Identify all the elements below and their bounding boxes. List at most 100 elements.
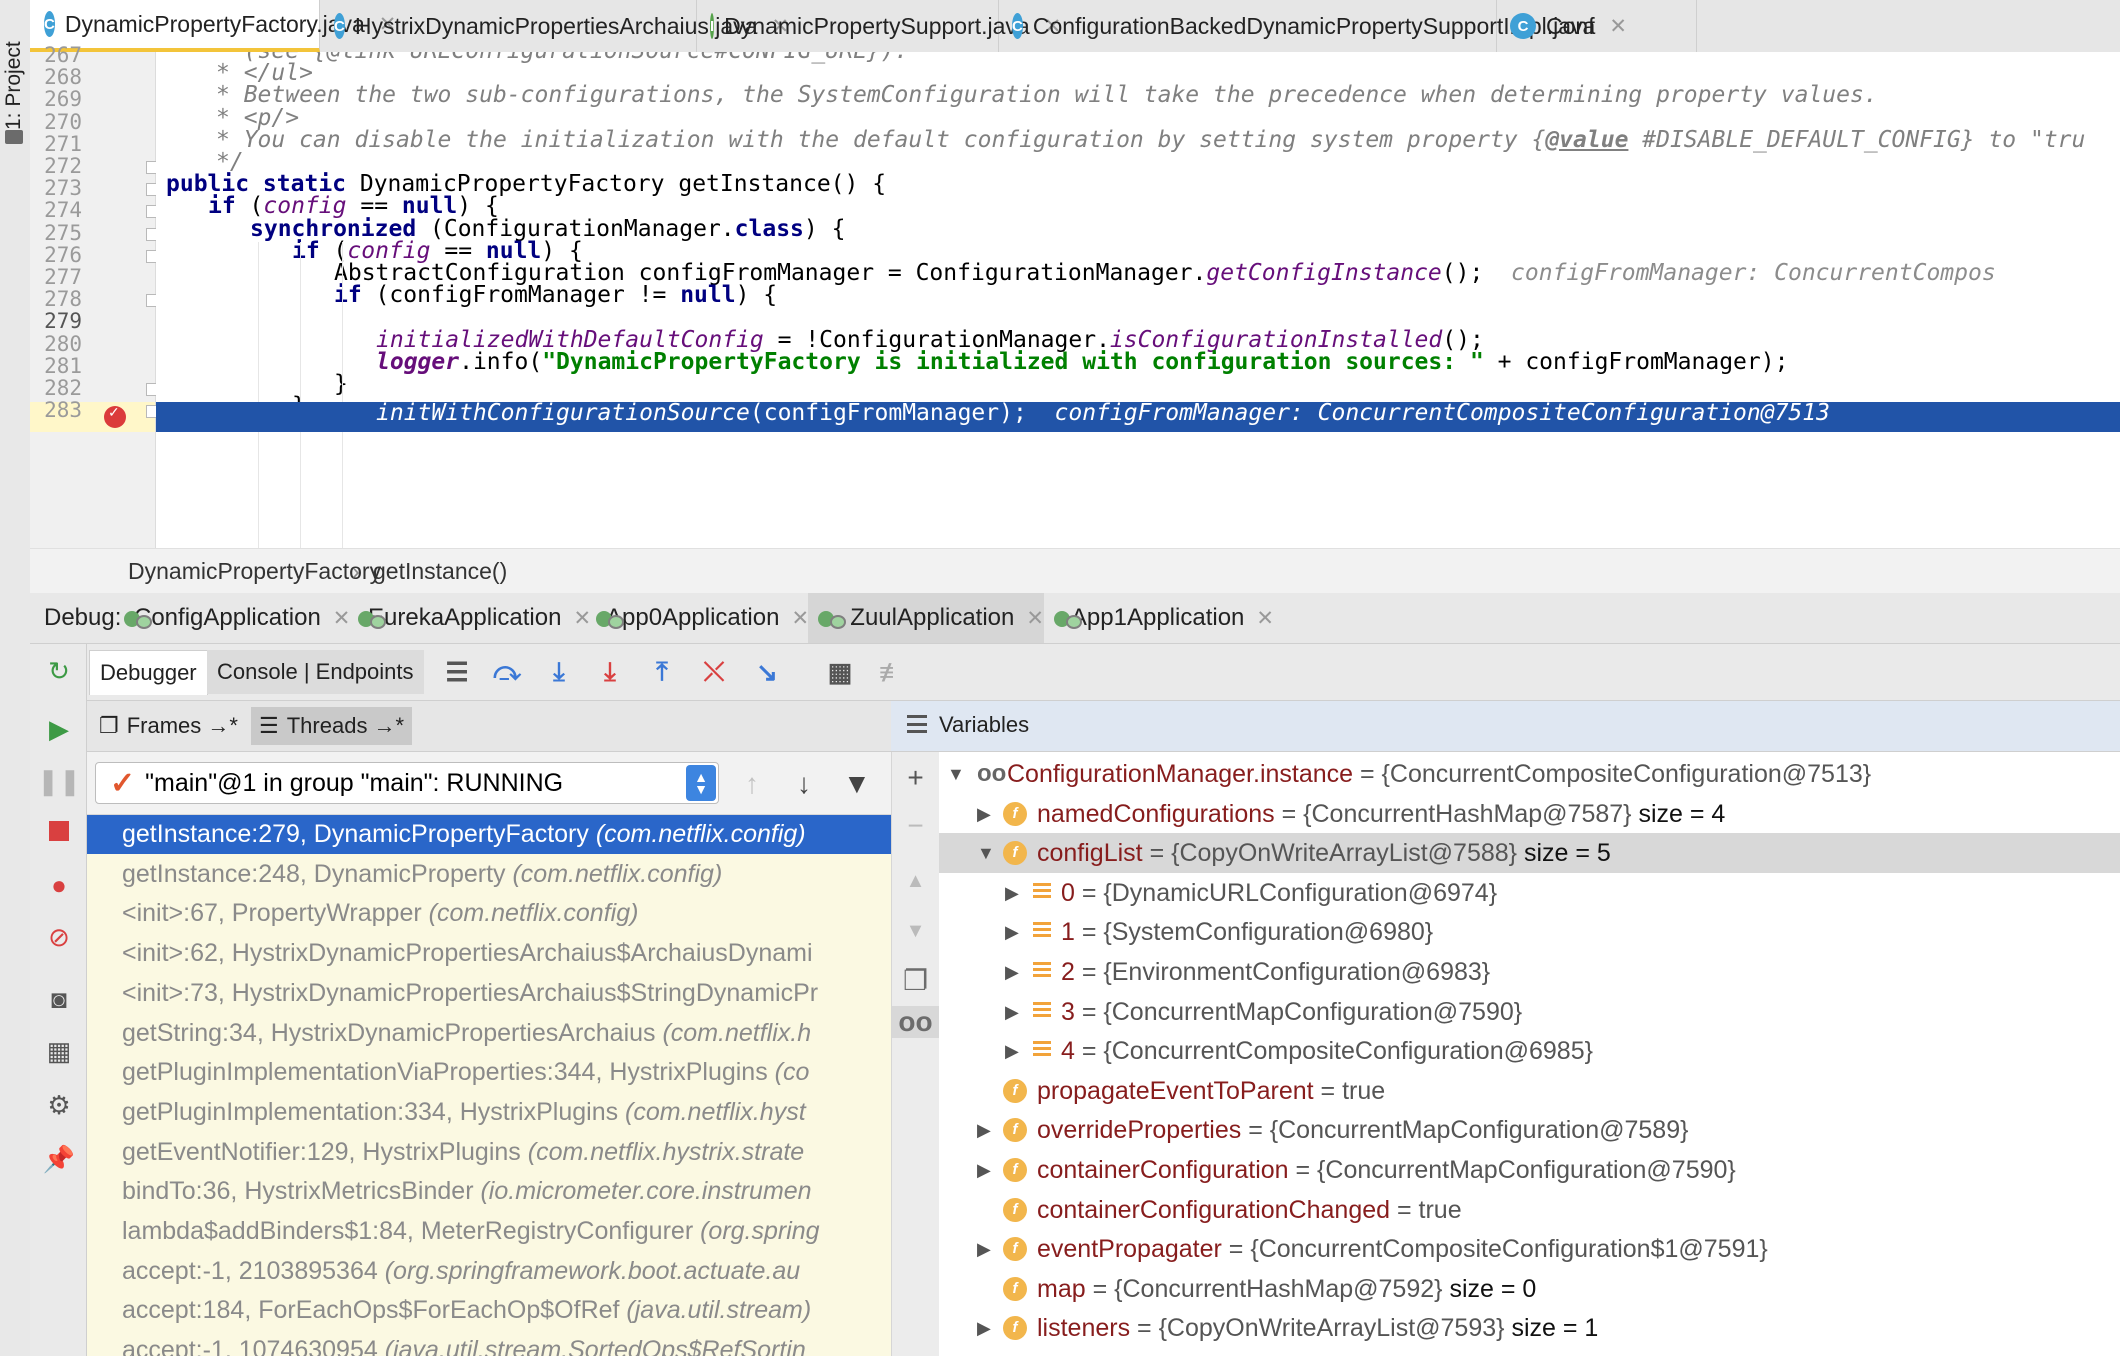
collapse-arrow-icon[interactable]: ▼ — [947, 754, 967, 794]
copy-icon[interactable]: ❐ — [892, 964, 939, 997]
camera-icon[interactable]: ◙ — [44, 984, 74, 1014]
stack-frame[interactable]: getEventNotifier:129, HystrixPlugins (co… — [87, 1132, 891, 1172]
layout-icon[interactable]: ▦ — [44, 1036, 74, 1066]
tab-conf[interactable]: C Conf — [1496, 0, 1697, 52]
pause-icon[interactable]: ❚❚ — [37, 766, 81, 796]
variable-value: = {ConcurrentHashMap@7592} — [1085, 1274, 1443, 1303]
variable-row[interactable]: f propagateEventToParent = true — [939, 1071, 2120, 1111]
drop-frame-icon[interactable]: ⤬ — [698, 656, 730, 688]
stack-frame[interactable]: <init>:73, HystrixDynamicPropertiesArcha… — [87, 973, 891, 1013]
expand-arrow-icon[interactable]: ▶ — [977, 794, 997, 834]
tab-dynamicpropertysupport[interactable]: I DynamicPropertySupport.java ✕ — [696, 0, 1061, 52]
add-watch-icon[interactable]: + — [892, 762, 939, 794]
rerun-icon[interactable]: ↻ — [44, 656, 74, 686]
frame-package: (io.micrometer.core.instrumen — [480, 1177, 812, 1206]
close-icon[interactable]: ✕ — [1256, 606, 1274, 631]
field-icon: f — [1003, 1158, 1027, 1182]
move-down-icon[interactable]: ▼ — [892, 920, 939, 943]
variable-row[interactable]: ▶ 2 = {EnvironmentConfiguration@6983} — [939, 952, 2120, 992]
field-icon: f — [1003, 1237, 1027, 1262]
trace-icon[interactable]: ≢ — [876, 656, 908, 688]
expand-arrow-icon[interactable]: ▶ — [1005, 992, 1025, 1032]
variable-row[interactable]: ▶ 4 = {ConcurrentCompositeConfiguration@6… — [939, 1031, 2120, 1071]
variable-row[interactable]: ▼ f configList = {CopyOnWriteArrayList@758… — [939, 833, 2120, 874]
run-tab-zuulapplication[interactable]: ZuulApplication ✕ — [808, 593, 1044, 643]
stack-frame[interactable]: <init>:67, PropertyWrapper (com.netflix.… — [87, 893, 891, 933]
collapse-arrow-icon[interactable]: ▼ — [977, 833, 997, 873]
tab-configurationbackeddynamicpropertysupportimpl[interactable]: C ConfigurationBackedDynamicPropertySupp… — [998, 0, 1627, 52]
step-into-icon[interactable]: ⤓ — [543, 656, 575, 688]
stack-frame[interactable]: accept:184, ForEachOps$ForEachOp$OfRef (… — [87, 1290, 891, 1330]
breadcrumb-class[interactable]: DynamicPropertyFactory — [128, 558, 381, 585]
view-breakpoints-icon[interactable]: ● — [44, 870, 74, 900]
breadcrumb-method[interactable]: getInstance() — [373, 558, 507, 585]
evaluate-expression-icon[interactable]: ▦ — [824, 656, 856, 688]
variable-row[interactable]: ▶ 3 = {ConcurrentMapConfiguration@7590} — [939, 992, 2120, 1032]
stack-frame[interactable]: accept:-1, 2103895364 (org.springframewo… — [87, 1251, 891, 1291]
expand-arrow-icon[interactable]: ▶ — [1005, 912, 1025, 952]
pin-icon[interactable]: 📌 — [43, 1144, 75, 1174]
stack-frame[interactable]: lambda$addBinders$1:84, MeterRegistryCon… — [87, 1211, 891, 1251]
stack-frame[interactable]: getInstance:279, DynamicPropertyFactory … — [87, 815, 891, 854]
tab-hystrixdynamicpropertiesarchaius[interactable]: C HystrixDynamicPropertiesArchaius.java … — [320, 0, 789, 52]
settings-gear-icon[interactable]: ⚙ — [44, 1090, 74, 1120]
code-editor[interactable]: * (see {@link URLConfigurationSource#CON… — [156, 52, 2120, 548]
show-execution-point-icon[interactable]: ☰ — [441, 656, 473, 688]
close-icon[interactable]: ✕ — [791, 606, 809, 631]
variable-row[interactable]: ▶ 1 = {SystemConfiguration@6980} — [939, 912, 2120, 952]
force-step-into-icon[interactable]: ⤓ — [594, 656, 626, 688]
tab-threads[interactable]: ☰ Threads →* — [251, 707, 413, 745]
remove-watch-icon[interactable]: − — [892, 810, 939, 842]
run-tab-app1application[interactable]: App1Application ✕ — [1044, 593, 1274, 643]
expand-arrow-icon[interactable]: ▶ — [1005, 952, 1025, 992]
step-over-icon[interactable]: ⤼ — [491, 656, 523, 688]
run-to-cursor-icon[interactable]: ↘ — [751, 656, 783, 688]
thread-dropdown[interactable]: ✓ "main"@1 in group "main": RUNNING ▲ ▼ — [95, 762, 719, 804]
variable-row[interactable]: ▶ 0 = {DynamicURLConfiguration@6974} — [939, 873, 2120, 913]
expand-arrow-icon[interactable]: ▶ — [977, 1229, 997, 1269]
frames-list[interactable]: getInstance:279, DynamicPropertyFactory … — [87, 815, 891, 1356]
variable-row[interactable]: ▶ f eventPropagater = {ConcurrentComposite… — [939, 1229, 2120, 1269]
variable-row[interactable]: ▶ f containerConfiguration = {ConcurrentMa… — [939, 1150, 2120, 1190]
move-up-icon[interactable]: ▲ — [892, 870, 939, 893]
stack-frame[interactable]: getPluginImplementationViaProperties:344… — [87, 1052, 891, 1092]
menu-icon[interactable] — [907, 715, 927, 733]
tab-console-endpoints[interactable]: Console | Endpoints — [207, 650, 424, 694]
line-number: 275 — [44, 220, 82, 245]
stack-frame[interactable]: <init>:62, HystrixDynamicPropertiesArcha… — [87, 933, 891, 973]
expand-arrow-icon[interactable]: ▶ — [977, 1308, 997, 1348]
expand-arrow-icon[interactable]: ▶ — [1005, 873, 1025, 913]
expand-arrow-icon[interactable]: ▶ — [1005, 1031, 1025, 1071]
tab-frames[interactable]: ❐ Frames →* — [91, 707, 246, 745]
previous-frame-icon[interactable]: ↑ — [745, 768, 759, 800]
variable-row[interactable]: ▶ f namedConfigurations = {ConcurrentHashM… — [939, 794, 2120, 834]
close-icon[interactable]: ✕ — [1026, 606, 1044, 631]
stop-icon[interactable] — [44, 816, 74, 846]
stack-frame[interactable]: accept:-1, 1074630954 (java.util.stream.… — [87, 1330, 891, 1356]
variable-row[interactable]: f map = {ConcurrentHashMap@7592} size = 0 — [939, 1269, 2120, 1309]
run-tab-app0application[interactable]: App0Application ✕ — [586, 593, 809, 643]
show-watches-icon[interactable]: oo — [892, 1006, 939, 1038]
variable-row[interactable]: ▼ oo ConfigurationManager.instance = {Conc… — [939, 754, 2120, 794]
stack-frame[interactable]: bindTo:36, HystrixMetricsBinder (io.micr… — [87, 1171, 891, 1211]
next-frame-icon[interactable]: ↓ — [797, 768, 811, 800]
project-tool-button[interactable]: 1: Project — [2, 20, 28, 130]
variables-tree[interactable]: ▼ oo ConfigurationManager.instance = {Conc… — [939, 752, 2120, 1356]
stack-frame[interactable]: getInstance:248, DynamicProperty (com.ne… — [87, 854, 891, 894]
line-number: 268 — [44, 65, 82, 90]
stack-frame[interactable]: getString:34, HystrixDynamicPropertiesAr… — [87, 1013, 891, 1053]
run-tab-eurekaapplication[interactable]: EurekaApplication ✕ — [348, 593, 591, 643]
variable-name: listeners — [1037, 1314, 1131, 1343]
variable-row[interactable]: ▶ f overrideProperties = {ConcurrentMapCon… — [939, 1110, 2120, 1150]
step-out-icon[interactable]: ⤒ — [646, 656, 678, 688]
variable-row[interactable]: ▶ f listeners = {CopyOnWriteArrayList@7593… — [939, 1308, 2120, 1348]
filter-icon[interactable]: ▼ — [843, 768, 871, 800]
run-tab-configapplication[interactable]: ConfigApplication ✕ — [114, 593, 350, 643]
variable-row[interactable]: f containerConfigurationChanged = true — [939, 1190, 2120, 1230]
stack-frame[interactable]: getPluginImplementation:334, HystrixPlug… — [87, 1092, 891, 1132]
expand-arrow-icon[interactable]: ▶ — [977, 1110, 997, 1150]
mute-breakpoints-icon[interactable]: ⊘ — [44, 922, 74, 952]
resume-icon[interactable]: ▶ — [44, 714, 74, 744]
tab-debugger[interactable]: Debugger — [89, 650, 208, 695]
expand-arrow-icon[interactable]: ▶ — [977, 1150, 997, 1190]
